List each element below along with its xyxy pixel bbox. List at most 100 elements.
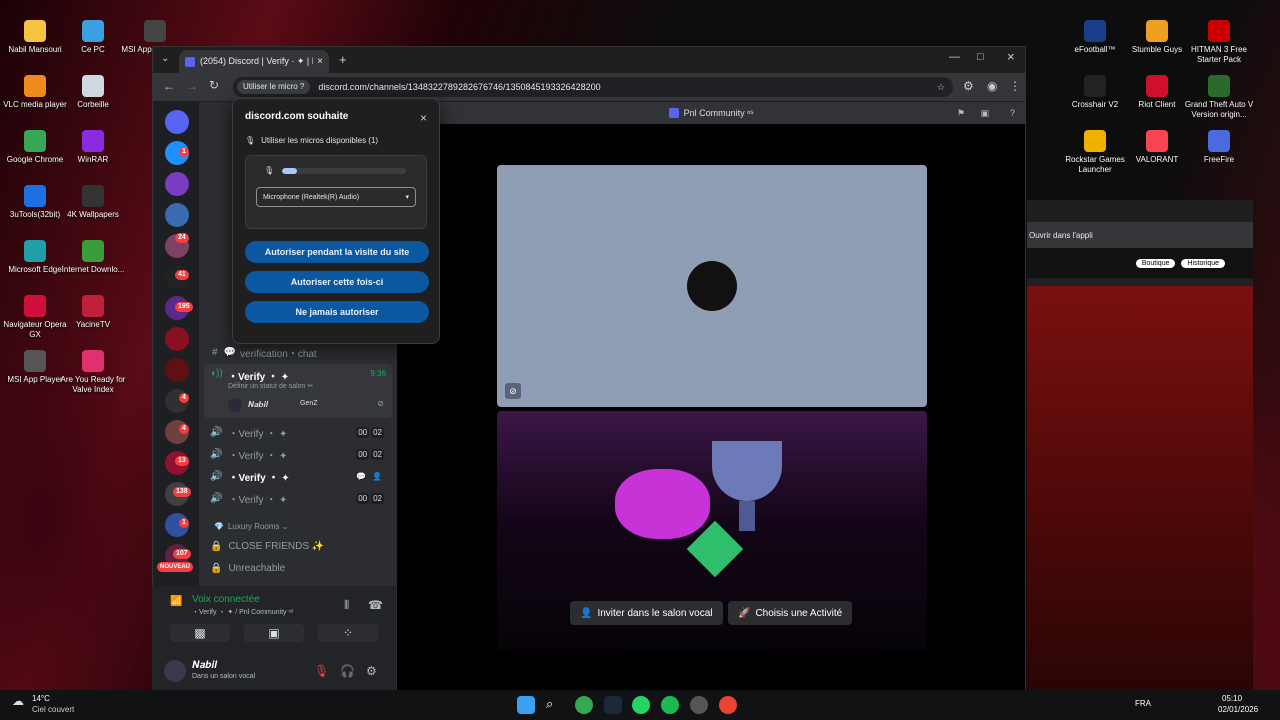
channel-close-friends[interactable]: 🔒 CLOSE FRIENDS ✨ (210, 541, 324, 552)
active-voice-channel[interactable]: ◖)) ・Verify ・ ✦ 9:36 Définir un statut d… (204, 364, 392, 418)
boutique-button[interactable]: Boutique (1135, 258, 1176, 268)
member-avatar[interactable] (228, 398, 242, 412)
mic-small-icon: 🎙 (264, 166, 275, 175)
clock-date[interactable]: 02/01/2026 (1218, 705, 1258, 714)
address-bar[interactable]: Utiliser le micro ? discord.com/channels… (233, 77, 953, 97)
server-icon[interactable] (165, 358, 189, 382)
desktop-icon[interactable]: 4K Wallpapers (58, 185, 128, 220)
voice-channel-row[interactable]: 🔊 ・Verify ・ ✦ 00 02 (210, 422, 388, 442)
threads-icon[interactable]: ⚑ (957, 108, 965, 119)
historique-button[interactable]: Historique (1181, 258, 1225, 268)
weather-desc[interactable]: Ciel couvert (32, 705, 74, 714)
server-icon[interactable] (165, 203, 189, 227)
invite-label: Inviter dans le salon vocal (597, 607, 713, 619)
back-arrow-icon[interactable]: ← (163, 79, 175, 93)
desktop-icon[interactable]: WinRAR (58, 130, 128, 165)
start-menu-icon[interactable] (517, 696, 535, 714)
forward-arrow-icon[interactable]: → (186, 79, 198, 93)
user-video-tile[interactable]: ⊘ (497, 165, 927, 407)
invite-member-icon[interactable]: 👤 (370, 471, 384, 482)
reload-icon[interactable]: ↻ (209, 78, 219, 92)
desktop-icon[interactable]: FreeFire (1184, 130, 1254, 165)
desktop-icon[interactable]: Stumble Guys (1122, 20, 1192, 55)
weather-temp[interactable]: 14°C (32, 694, 50, 703)
camera-off-button[interactable]: ▩ (170, 624, 230, 642)
desktop-icon[interactable]: Crosshair V2 (1060, 75, 1130, 110)
voice-channel-row[interactable]: 🔊 ・Verify ・ ✦ 00 02 (210, 444, 388, 464)
channel-verification-chat[interactable]: # 💬 verification・chat (212, 345, 317, 360)
desktop-icon-label: VALORANT (1135, 155, 1179, 164)
mic-muted-icon[interactable]: 🎙 (314, 664, 329, 678)
whatsapp-taskbar-icon[interactable] (632, 696, 650, 714)
popup-title: discord.com souhaite (245, 111, 349, 122)
desktop-icon[interactable]: Internet Downlo... (58, 240, 128, 275)
category-luxury-rooms[interactable]: 💎 Luxury Rooms ⌄ (214, 522, 288, 531)
close-tab-icon[interactable]: × (317, 56, 323, 67)
device-select[interactable]: Microphone (Realtek(R) Audio) ▾ (256, 187, 416, 207)
user-name[interactable]: 𝑵𝒂𝒃𝒊𝒍 (192, 660, 217, 671)
desktop-icon[interactable]: eFootball™ (1060, 20, 1130, 55)
server-icon[interactable] (165, 110, 189, 134)
extensions-icon[interactable]: ⚙ (963, 79, 974, 93)
desktop-icon[interactable]: Corbeille (58, 75, 128, 110)
chrome-taskbar-icon[interactable] (575, 696, 593, 714)
desktop-icon[interactable]: HITMAN 3 Free Starter Pack (1184, 20, 1254, 65)
clock-time[interactable]: 05:10 (1222, 694, 1242, 703)
close-window-button[interactable]: × (1007, 49, 1015, 64)
bookmark-star-icon[interactable]: ☆ (937, 82, 945, 93)
allow-this-time-button[interactable]: Autoriser cette fois-ci (245, 271, 429, 293)
site-permission-chip[interactable]: Utiliser le micro ? (237, 80, 311, 94)
noise-suppression-icon[interactable]: ⦀ (344, 598, 349, 613)
desktop-icon[interactable]: Ce PC (58, 20, 128, 55)
steam-taskbar-icon[interactable] (604, 696, 622, 714)
tab-search-icon[interactable]: ⌄ (161, 53, 169, 64)
new-tab-button[interactable]: + (339, 52, 347, 67)
chat-icon[interactable]: 💬 (354, 471, 368, 482)
language-indicator[interactable]: FRA (1135, 699, 1151, 708)
minimize-button[interactable]: — (949, 51, 960, 63)
menu-kebab-icon[interactable]: ⋮ (1009, 79, 1021, 93)
desktop-icon[interactable]: Grand Theft Auto V Version origin... (1184, 75, 1254, 120)
headphones-icon[interactable]: 🎧 (340, 664, 355, 678)
desktop-icon[interactable]: Are You Ready for Valve Index (58, 350, 128, 395)
chrome-active-taskbar-icon[interactable] (719, 696, 737, 714)
mic-permission-popup: discord.com souhaite × 🎙 Utiliser les mi… (232, 98, 440, 344)
channel-unreachable[interactable]: 🔒 Unreachable (210, 563, 285, 574)
voice-channel-row[interactable]: 🔊 ・Verify ・ ✦ 💬 👤 (210, 466, 388, 486)
never-allow-button[interactable]: Ne jamais autoriser (245, 301, 429, 323)
obs-taskbar-icon[interactable] (690, 696, 708, 714)
url-text[interactable]: discord.com/channels/1348322789282676746… (318, 82, 600, 92)
activities-button[interactable]: ⁘ (318, 624, 378, 642)
invite-voice-button[interactable]: 👤 Inviter dans le salon vocal (570, 601, 723, 625)
close-popup-icon[interactable]: × (420, 111, 427, 125)
profile-icon[interactable]: ◉ (987, 79, 997, 93)
server-icon[interactable] (165, 327, 189, 351)
server-icon[interactable] (165, 172, 189, 196)
allow-while-visiting-button[interactable]: Autoriser pendant la visite du site (245, 241, 429, 263)
choose-activity-button[interactable]: 🚀 Choisis une Activité (728, 601, 853, 625)
user-avatar[interactable] (164, 660, 186, 682)
app-icon (24, 20, 46, 42)
voice-channel-path[interactable]: ・Verify ・ ✦ / Pnl Community ⁿˢ (192, 607, 293, 617)
notification-badge: 1 (179, 518, 189, 528)
desktop-icon[interactable]: Riot Client (1122, 75, 1192, 110)
voice-channel-label: ・Verify ・ ✦ (228, 472, 290, 484)
voice-connected-label[interactable]: Voix connectée (192, 594, 260, 605)
disconnect-icon[interactable]: ☎ (368, 598, 383, 612)
tab-discord[interactable]: (2054) Discord | Verify · ✦ | Pr × (179, 50, 329, 73)
open-in-app-button[interactable]: Ouvrir dans l'appli (1029, 231, 1093, 240)
settings-gear-icon[interactable]: ⚙ (366, 664, 377, 678)
desktop-icon[interactable]: Rockstar Games Launcher (1060, 130, 1130, 175)
set-status-prompt[interactable]: Définir un statut de salon ✏ (228, 382, 313, 390)
inbox-icon[interactable]: ▣ (980, 108, 989, 119)
desktop-icon[interactable]: YacineTV (58, 295, 128, 330)
help-icon[interactable]: ? (1010, 108, 1015, 118)
voice-channel-row[interactable]: 🔊 ・Verify ・ ✦ 00 02 (210, 488, 388, 508)
maximize-button[interactable]: □ (977, 51, 984, 63)
screen-share-button[interactable]: ▣ (244, 624, 304, 642)
weather-icon[interactable]: ☁ (12, 694, 24, 708)
search-icon[interactable]: ⌕ (546, 696, 564, 714)
desktop-icon[interactable]: VALORANT (1122, 130, 1192, 165)
spotify-taskbar-icon[interactable] (661, 696, 679, 714)
member-name[interactable]: 𝑵𝒂𝒃𝒊𝒍 (248, 400, 268, 410)
